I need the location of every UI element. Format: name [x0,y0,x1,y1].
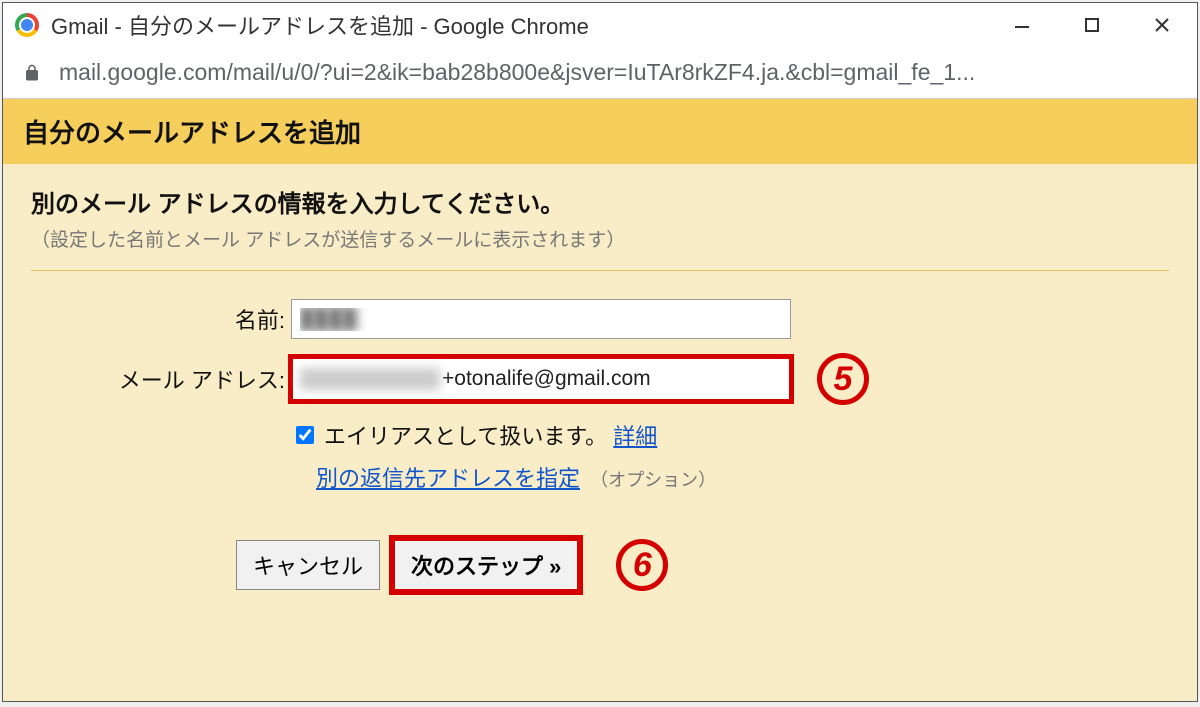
address-bar[interactable]: mail.google.com/mail/u/0/?ui=2&ik=bab28b… [3,47,1197,99]
name-input[interactable] [291,299,791,339]
reply-row: 別の返信先アドレスを指定 （オプション） [316,461,1169,493]
alias-label: エイリアスとして扱います。 [324,419,607,451]
buttons-row: キャンセル 次のステップ » 6 [236,539,1169,591]
reply-optional-text: （オプション） [590,470,716,490]
page-content: 自分のメールアドレスを追加 別のメール アドレスの情報を入力してください。 （設… [3,99,1197,701]
reply-address-link[interactable]: 別の返信先アドレスを指定 [316,466,580,491]
alias-checkbox-row: エイリアスとして扱います。 詳細 [296,419,1169,451]
window-controls [987,9,1197,41]
alias-checkbox[interactable] [296,426,314,444]
maximize-button[interactable] [1057,9,1127,41]
next-step-button[interactable]: 次のステップ » [394,540,578,590]
instruction-subtext: （設定した名前とメール アドレスが送信するメールに表示されます） [31,225,1169,252]
name-row: 名前: [31,299,1169,339]
annotation-6: 6 [616,539,668,591]
email-visible-suffix: +otonalife@gmail.com [442,367,651,391]
alias-detail-link[interactable]: 詳細 [613,419,657,451]
form-area: 別のメール アドレスの情報を入力してください。 （設定した名前とメール アドレス… [3,164,1197,611]
name-label: 名前: [31,303,291,335]
cancel-button[interactable]: キャンセル [236,540,380,590]
annotation-5: 5 [817,353,869,405]
divider [31,270,1169,271]
page-title: 自分のメールアドレスを追加 [3,99,1197,164]
window-title: Gmail - 自分のメールアドレスを追加 - Google Chrome [51,9,987,41]
url-text: mail.google.com/mail/u/0/?ui=2&ik=bab28b… [59,59,975,86]
instruction-text: 別のメール アドレスの情報を入力してください。 [31,184,1169,219]
chrome-window: Gmail - 自分のメールアドレスを追加 - Google Chrome ma… [2,2,1198,702]
redacted-prefix [300,368,440,390]
email-row: メール アドレス: +otonalife@gmail.com 5 [31,353,1169,405]
lock-icon [23,62,41,84]
close-button[interactable] [1127,9,1197,41]
minimize-button[interactable] [987,9,1057,41]
window-titlebar: Gmail - 自分のメールアドレスを追加 - Google Chrome [3,3,1197,47]
email-input[interactable]: +otonalife@gmail.com [291,357,791,401]
email-label: メール アドレス: [31,363,291,395]
chrome-icon [15,13,39,37]
